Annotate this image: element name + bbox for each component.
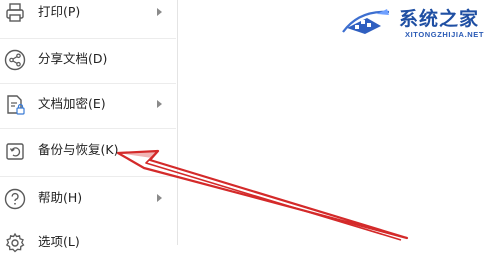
- menu-divider: [0, 128, 176, 129]
- file-menu: 打印(P) 分享文档(D) 文档加密(E) 备份与恢复(K) 帮助(H) 选项(…: [0, 0, 178, 253]
- menu-item-backup-restore[interactable]: 备份与恢复(K): [0, 131, 176, 171]
- menu-item-share[interactable]: 分享文档(D): [0, 40, 176, 80]
- menu-item-options[interactable]: 选项(L): [0, 223, 176, 263]
- menu-item-help-label: 帮助(H): [38, 190, 83, 205]
- watermark: 系统之家 XITONGZHIJIA.NET: [335, 0, 500, 44]
- menu-item-encrypt-label: 文档加密(E): [38, 96, 106, 111]
- menu-divider: [0, 38, 176, 39]
- menu-item-backup-restore-label: 备份与恢复(K): [38, 142, 119, 157]
- submenu-arrow-icon: [157, 8, 162, 16]
- submenu-arrow-icon: [157, 194, 162, 202]
- share-icon: [4, 49, 26, 71]
- printer-icon: [4, 2, 26, 24]
- watermark-brand: 系统之家: [399, 8, 480, 30]
- menu-item-share-label: 分享文档(D): [38, 51, 108, 66]
- help-icon: [4, 188, 26, 210]
- menu-divider: [0, 176, 176, 177]
- menu-item-encrypt[interactable]: 文档加密(E): [0, 85, 176, 125]
- menu-item-print-label: 打印(P): [38, 4, 81, 19]
- document-lock-icon: [4, 94, 26, 116]
- menu-item-print[interactable]: 打印(P): [0, 0, 176, 33]
- menu-item-help[interactable]: 帮助(H): [0, 179, 176, 219]
- submenu-arrow-icon: [157, 100, 162, 108]
- watermark-domain: XITONGZHIJIA.NET: [405, 30, 485, 39]
- menu-item-options-label: 选项(L): [38, 234, 80, 249]
- gear-icon: [4, 232, 26, 254]
- brand-logo-icon: [342, 9, 390, 34]
- menu-divider: [0, 83, 176, 84]
- backup-restore-icon: [4, 140, 26, 162]
